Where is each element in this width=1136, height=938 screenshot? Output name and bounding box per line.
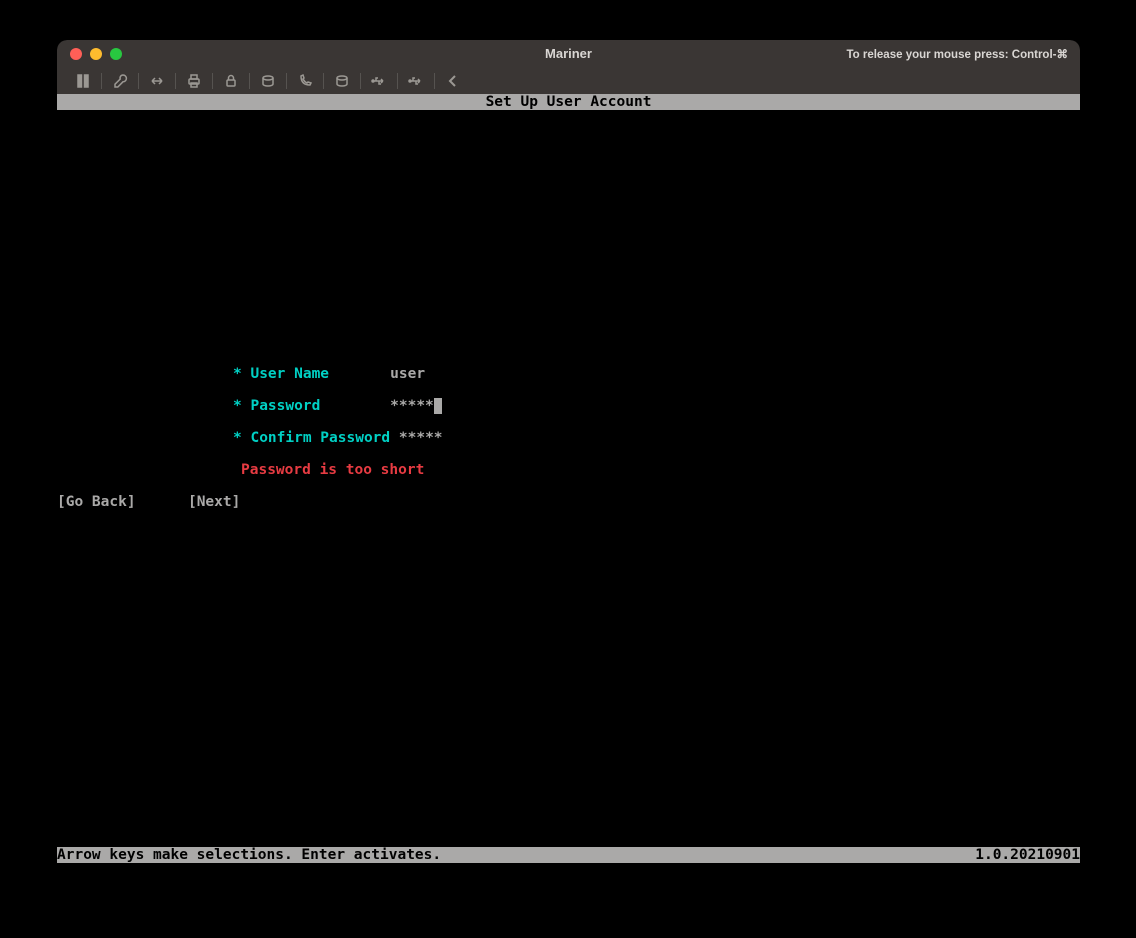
pause-icon[interactable] (67, 71, 99, 91)
next-button[interactable]: [Next] (188, 494, 240, 510)
footer-version: 1.0.20210901 (975, 847, 1080, 863)
go-back-button[interactable]: [Go Back] (57, 494, 136, 510)
error-message: Password is too short (241, 462, 424, 478)
separator (434, 73, 435, 89)
traffic-lights (57, 48, 122, 60)
separator (360, 73, 361, 89)
lock-icon[interactable] (215, 71, 247, 91)
usb2-icon[interactable] (400, 71, 432, 91)
separator (397, 73, 398, 89)
separator (138, 73, 139, 89)
window-title: Mariner (545, 46, 592, 61)
nav-row: [Go Back] [Next] (57, 494, 1080, 510)
vm-toolbar (57, 67, 1080, 94)
password-label: * Password (233, 398, 390, 414)
usb-icon[interactable] (363, 71, 395, 91)
close-icon[interactable] (70, 48, 82, 60)
username-label: * User Name (233, 366, 390, 382)
separator (323, 73, 324, 89)
confirm-password-row: * Confirm Password ***** (233, 430, 443, 446)
confirm-password-label: * Confirm Password (233, 430, 399, 446)
username-field[interactable]: user (390, 366, 425, 382)
minimize-icon[interactable] (90, 48, 102, 60)
separator (212, 73, 213, 89)
password-field[interactable]: ***** (390, 398, 434, 414)
phone-icon[interactable] (289, 71, 321, 91)
wrench-icon[interactable] (104, 71, 136, 91)
screen-title: Set Up User Account (57, 94, 1080, 110)
window-titlebar: Mariner To release your mouse press: Con… (57, 40, 1080, 67)
chevron-left-icon[interactable] (437, 71, 469, 91)
separator (101, 73, 102, 89)
resize-icon[interactable] (141, 71, 173, 91)
vm-window: Mariner To release your mouse press: Con… (57, 40, 1080, 863)
separator (286, 73, 287, 89)
separator (249, 73, 250, 89)
button-gap (136, 494, 188, 510)
username-row: * User Name user (233, 366, 425, 382)
terminal-screen: Set Up User Account * User Name user * P… (57, 94, 1080, 863)
disk-icon[interactable] (252, 71, 284, 91)
confirm-password-field[interactable]: ***** (399, 430, 443, 446)
cursor-icon (434, 398, 442, 414)
error-row: Password is too short (241, 462, 424, 478)
printer-icon[interactable] (178, 71, 210, 91)
footer-bar: Arrow keys make selections. Enter activa… (57, 847, 1080, 863)
footer-help: Arrow keys make selections. Enter activa… (57, 847, 441, 863)
maximize-icon[interactable] (110, 48, 122, 60)
disk2-icon[interactable] (326, 71, 358, 91)
separator (175, 73, 176, 89)
password-row: * Password ***** (233, 398, 442, 414)
release-mouse-hint: To release your mouse press: Control-⌘ (846, 47, 1068, 61)
